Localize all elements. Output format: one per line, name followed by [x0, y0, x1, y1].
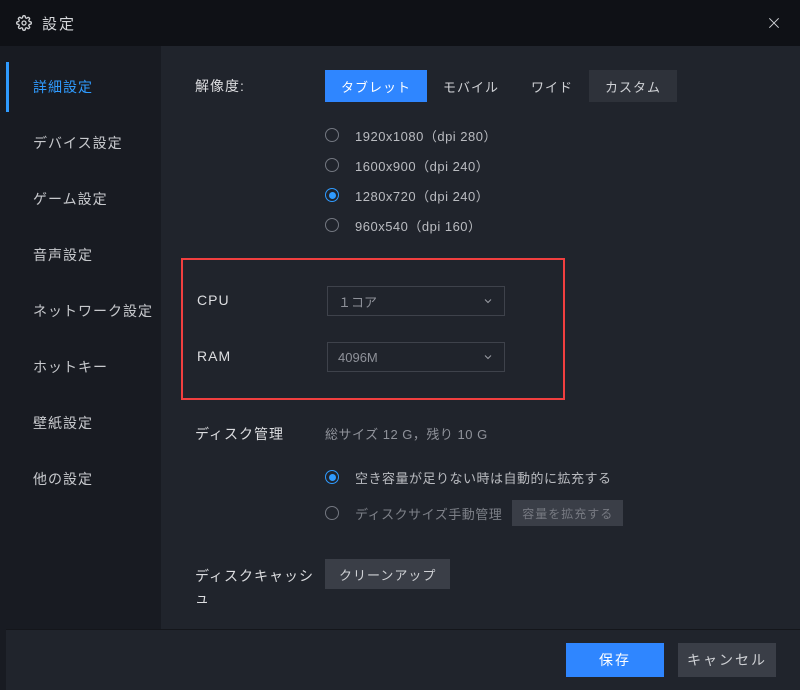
tab-wide[interactable]: ワイド — [515, 70, 589, 102]
tab-custom[interactable]: カスタム — [589, 70, 677, 102]
resolution-tabs: タブレット モバイル ワイド カスタム — [325, 70, 770, 102]
resolution-options: 1920x1080（dpi 280） 1600x900（dpi 240） 128… — [325, 116, 770, 240]
resolution-option[interactable]: 960x540（dpi 160） — [325, 210, 770, 240]
cleanup-button[interactable]: クリーンアップ — [325, 559, 450, 589]
sidebar-item-hotkey[interactable]: ホットキー — [6, 342, 161, 392]
sidebar-item-advanced[interactable]: 詳細設定 — [6, 62, 161, 112]
close-button[interactable] — [764, 13, 784, 33]
resolution-option[interactable]: 1280x720（dpi 240） — [325, 180, 770, 210]
sidebar-item-label: 音声設定 — [33, 245, 93, 265]
radio-icon — [325, 188, 339, 202]
cpu-select[interactable]: １コア — [327, 286, 505, 316]
save-button[interactable]: 保存 — [566, 643, 664, 677]
disk-option-label: 空き容量が足りない時は自動的に拡充する — [355, 468, 612, 487]
disk-option-auto[interactable]: 空き容量が足りない時は自動的に拡充する — [325, 459, 770, 495]
chevron-down-icon — [482, 295, 494, 307]
ram-label: RAM — [197, 342, 327, 372]
resolution-option[interactable]: 1920x1080（dpi 280） — [325, 120, 770, 150]
radio-icon — [325, 470, 339, 484]
sidebar-item-label: ゲーム設定 — [33, 189, 108, 209]
resolution-option[interactable]: 1600x900（dpi 240） — [325, 150, 770, 180]
radio-icon — [325, 218, 339, 232]
resolution-option-label: 1920x1080（dpi 280） — [355, 126, 497, 145]
cache-label: ディスクキャッシュ — [195, 559, 325, 610]
sidebar-item-label: ネットワーク設定 — [33, 301, 153, 321]
sidebar-item-audio[interactable]: 音声設定 — [6, 230, 161, 280]
resolution-option-label: 960x540（dpi 160） — [355, 216, 482, 235]
tab-mobile[interactable]: モバイル — [427, 70, 515, 102]
sidebar-item-device[interactable]: デバイス設定 — [6, 118, 161, 168]
radio-icon — [325, 158, 339, 172]
sidebar-item-label: 詳細設定 — [33, 77, 93, 97]
cpu-ram-highlight: CPU １コア RAM 4096M — [181, 258, 565, 400]
radio-icon — [325, 506, 339, 520]
chevron-down-icon — [482, 351, 494, 363]
sidebar: 詳細設定 デバイス設定 ゲーム設定 音声設定 ネットワーク設定 ホットキー 壁紙… — [6, 46, 161, 629]
footer: 保存 キャンセル — [6, 629, 800, 690]
cancel-button[interactable]: キャンセル — [678, 643, 776, 677]
gear-icon — [16, 15, 32, 31]
disk-label: ディスク管理 — [195, 418, 325, 531]
sidebar-item-wallpaper[interactable]: 壁紙設定 — [6, 398, 161, 448]
sidebar-item-label: デバイス設定 — [33, 133, 123, 153]
expand-capacity-button: 容量を拡充する — [512, 500, 623, 526]
resolution-option-label: 1600x900（dpi 240） — [355, 156, 489, 175]
disk-summary: 総サイズ 12 G，残り 10 G — [325, 418, 770, 443]
cpu-label: CPU — [197, 286, 327, 316]
ram-select[interactable]: 4096M — [327, 342, 505, 372]
disk-option-label: ディスクサイズ手動管理 — [355, 504, 502, 523]
sidebar-item-game[interactable]: ゲーム設定 — [6, 174, 161, 224]
resolution-option-label: 1280x720（dpi 240） — [355, 186, 489, 205]
sidebar-item-label: ホットキー — [33, 357, 108, 377]
resolution-label: 解像度: — [195, 70, 325, 102]
titlebar: 設定 — [0, 0, 800, 46]
sidebar-item-label: 他の設定 — [33, 469, 93, 489]
window-title: 設定 — [42, 13, 76, 34]
radio-icon — [325, 128, 339, 142]
cpu-select-value: １コア — [338, 292, 377, 311]
disk-option-manual[interactable]: ディスクサイズ手動管理 容量を拡充する — [325, 495, 770, 531]
sidebar-item-label: 壁紙設定 — [33, 413, 93, 433]
sidebar-item-network[interactable]: ネットワーク設定 — [6, 286, 161, 336]
tab-tablet[interactable]: タブレット — [325, 70, 427, 102]
content-panel: 解像度: タブレット モバイル ワイド カスタム 1920x1080（dpi 2… — [161, 46, 800, 629]
ram-select-value: 4096M — [338, 350, 378, 365]
sidebar-item-other[interactable]: 他の設定 — [6, 454, 161, 504]
